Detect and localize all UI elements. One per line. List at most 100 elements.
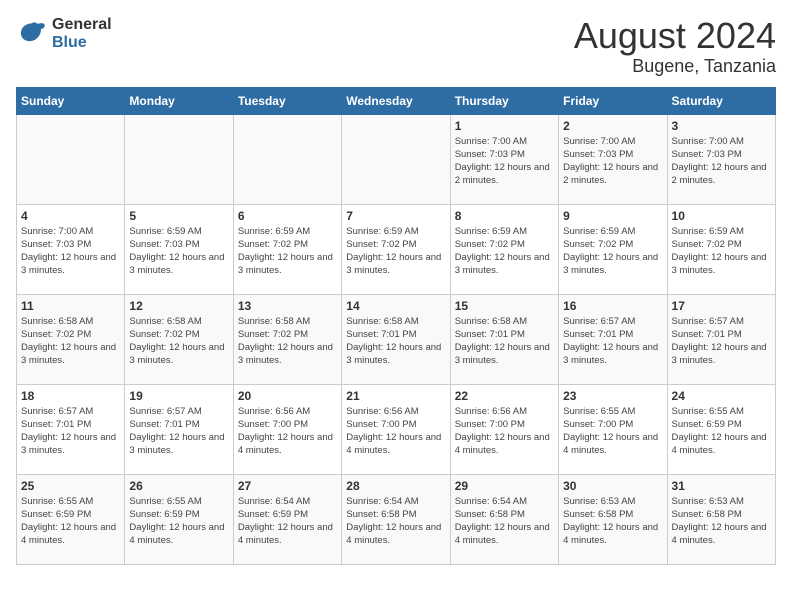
weekday-header-tuesday: Tuesday [233, 87, 341, 114]
calendar-cell: 15 Sunrise: 6:58 AMSunset: 7:01 PMDayligh… [450, 294, 558, 384]
day-info: Sunrise: 7:00 AMSunset: 7:03 PMDaylight:… [455, 135, 554, 188]
calendar-cell: 14 Sunrise: 6:58 AMSunset: 7:01 PMDayligh… [342, 294, 450, 384]
weekday-header-friday: Friday [559, 87, 667, 114]
day-number: 31 [672, 479, 771, 493]
calendar-subtitle: Bugene, Tanzania [574, 56, 776, 77]
day-info: Sunrise: 6:58 AMSunset: 7:02 PMDaylight:… [238, 315, 337, 368]
day-number: 30 [563, 479, 662, 493]
day-number: 1 [455, 119, 554, 133]
day-info: Sunrise: 7:00 AMSunset: 7:03 PMDaylight:… [563, 135, 662, 188]
calendar-cell: 25 Sunrise: 6:55 AMSunset: 6:59 PMDayligh… [17, 474, 125, 564]
day-number: 20 [238, 389, 337, 403]
day-info: Sunrise: 6:58 AMSunset: 7:02 PMDaylight:… [129, 315, 228, 368]
calendar-cell: 29Sunrise: 6:54 AMSunset: 6:58 PMDayligh… [450, 474, 558, 564]
calendar-week-3: 11Sunrise: 6:58 AMSunset: 7:02 PMDayligh… [17, 294, 776, 384]
day-number: 15 [455, 299, 554, 313]
weekday-header-saturday: Saturday [667, 87, 775, 114]
day-number: 29 [455, 479, 554, 493]
calendar-header-row: SundayMondayTuesdayWednesdayThursdayFrid… [17, 87, 776, 114]
calendar-week-2: 4 Sunrise: 7:00 AMSunset: 7:03 PMDaylight… [17, 204, 776, 294]
day-number: 21 [346, 389, 445, 403]
calendar-week-5: 25 Sunrise: 6:55 AMSunset: 6:59 PMDayligh… [17, 474, 776, 564]
day-info: Sunrise: 6:53 AMSunset: 6:58 PMDaylight:… [672, 495, 771, 548]
day-number: 27 [238, 479, 337, 493]
day-info: Sunrise: 6:59 AMSunset: 7:02 PMDaylight:… [346, 225, 445, 278]
calendar-cell: 17Sunrise: 6:57 AMSunset: 7:01 PMDayligh… [667, 294, 775, 384]
day-info: Sunrise: 6:55 AMSunset: 6:59 PMDaylight:… [21, 495, 120, 548]
day-info: Sunrise: 6:58 AMSunset: 7:01 PMDaylight:… [455, 315, 554, 368]
weekday-header-sunday: Sunday [17, 87, 125, 114]
calendar-week-1: 1 Sunrise: 7:00 AMSunset: 7:03 PMDaylight… [17, 114, 776, 204]
day-number: 25 [21, 479, 120, 493]
calendar-cell: 31 Sunrise: 6:53 AMSunset: 6:58 PMDayligh… [667, 474, 775, 564]
day-info: Sunrise: 6:55 AMSunset: 6:59 PMDaylight:… [129, 495, 228, 548]
logo-icon [16, 18, 48, 50]
day-info: Sunrise: 6:56 AMSunset: 7:00 PMDaylight:… [346, 405, 445, 458]
day-info: Sunrise: 6:57 AMSunset: 7:01 PMDaylight:… [21, 405, 120, 458]
calendar-cell: 24 Sunrise: 6:55 AMSunset: 6:59 PMDayligh… [667, 384, 775, 474]
calendar-title: August 2024 [574, 16, 776, 56]
logo-line2: Blue [52, 34, 112, 52]
calendar-cell: 4 Sunrise: 7:00 AMSunset: 7:03 PMDaylight… [17, 204, 125, 294]
day-info: Sunrise: 7:00 AMSunset: 7:03 PMDaylight:… [672, 135, 771, 188]
calendar-cell: 7Sunrise: 6:59 AMSunset: 7:02 PMDaylight… [342, 204, 450, 294]
weekday-header-wednesday: Wednesday [342, 87, 450, 114]
logo-line1: General [52, 16, 112, 34]
day-info: Sunrise: 6:54 AMSunset: 6:59 PMDaylight:… [238, 495, 337, 548]
title-block: August 2024 Bugene, Tanzania [574, 16, 776, 77]
calendar-cell: 30Sunrise: 6:53 AMSunset: 6:58 PMDayligh… [559, 474, 667, 564]
day-info: Sunrise: 6:57 AMSunset: 7:01 PMDaylight:… [129, 405, 228, 458]
day-number: 9 [563, 209, 662, 223]
day-number: 24 [672, 389, 771, 403]
day-info: Sunrise: 6:55 AMSunset: 7:00 PMDaylight:… [563, 405, 662, 458]
page-header: General Blue August 2024 Bugene, Tanzani… [16, 16, 776, 77]
weekday-header-monday: Monday [125, 87, 233, 114]
day-info: Sunrise: 6:58 AMSunset: 7:01 PMDaylight:… [346, 315, 445, 368]
calendar-cell [233, 114, 341, 204]
calendar-cell: 6Sunrise: 6:59 AMSunset: 7:02 PMDaylight… [233, 204, 341, 294]
day-number: 10 [672, 209, 771, 223]
day-number: 6 [238, 209, 337, 223]
day-info: Sunrise: 6:59 AMSunset: 7:02 PMDaylight:… [563, 225, 662, 278]
day-number: 3 [672, 119, 771, 133]
calendar-cell: 20Sunrise: 6:56 AMSunset: 7:00 PMDayligh… [233, 384, 341, 474]
calendar-cell: 12 Sunrise: 6:58 AMSunset: 7:02 PMDayligh… [125, 294, 233, 384]
calendar-cell: 13Sunrise: 6:58 AMSunset: 7:02 PMDayligh… [233, 294, 341, 384]
day-number: 23 [563, 389, 662, 403]
day-number: 2 [563, 119, 662, 133]
calendar-cell: 2 Sunrise: 7:00 AMSunset: 7:03 PMDaylight… [559, 114, 667, 204]
calendar-cell: 16Sunrise: 6:57 AMSunset: 7:01 PMDayligh… [559, 294, 667, 384]
day-info: Sunrise: 7:00 AMSunset: 7:03 PMDaylight:… [21, 225, 120, 278]
day-info: Sunrise: 6:54 AMSunset: 6:58 PMDaylight:… [346, 495, 445, 548]
calendar-cell [125, 114, 233, 204]
calendar-cell: 5 Sunrise: 6:59 AMSunset: 7:03 PMDaylight… [125, 204, 233, 294]
calendar-cell [342, 114, 450, 204]
logo: General Blue [16, 16, 112, 51]
calendar-table: SundayMondayTuesdayWednesdayThursdayFrid… [16, 87, 776, 565]
day-info: Sunrise: 6:56 AMSunset: 7:00 PMDaylight:… [455, 405, 554, 458]
day-info: Sunrise: 6:55 AMSunset: 6:59 PMDaylight:… [672, 405, 771, 458]
day-number: 14 [346, 299, 445, 313]
day-number: 12 [129, 299, 228, 313]
calendar-cell: 28 Sunrise: 6:54 AMSunset: 6:58 PMDayligh… [342, 474, 450, 564]
calendar-cell: 27 Sunrise: 6:54 AMSunset: 6:59 PMDayligh… [233, 474, 341, 564]
calendar-cell: 3 Sunrise: 7:00 AMSunset: 7:03 PMDaylight… [667, 114, 775, 204]
day-info: Sunrise: 6:59 AMSunset: 7:03 PMDaylight:… [129, 225, 228, 278]
calendar-cell: 22Sunrise: 6:56 AMSunset: 7:00 PMDayligh… [450, 384, 558, 474]
day-number: 17 [672, 299, 771, 313]
day-number: 28 [346, 479, 445, 493]
day-number: 18 [21, 389, 120, 403]
day-number: 8 [455, 209, 554, 223]
day-number: 16 [563, 299, 662, 313]
calendar-cell: 18 Sunrise: 6:57 AMSunset: 7:01 PMDayligh… [17, 384, 125, 474]
day-number: 5 [129, 209, 228, 223]
calendar-cell: 10 Sunrise: 6:59 AMSunset: 7:02 PMDayligh… [667, 204, 775, 294]
calendar-cell [17, 114, 125, 204]
day-info: Sunrise: 6:59 AMSunset: 7:02 PMDaylight:… [672, 225, 771, 278]
calendar-cell: 26 Sunrise: 6:55 AMSunset: 6:59 PMDayligh… [125, 474, 233, 564]
day-info: Sunrise: 6:59 AMSunset: 7:02 PMDaylight:… [455, 225, 554, 278]
calendar-cell: 1 Sunrise: 7:00 AMSunset: 7:03 PMDaylight… [450, 114, 558, 204]
day-number: 26 [129, 479, 228, 493]
day-number: 4 [21, 209, 120, 223]
calendar-cell: 19Sunrise: 6:57 AMSunset: 7:01 PMDayligh… [125, 384, 233, 474]
